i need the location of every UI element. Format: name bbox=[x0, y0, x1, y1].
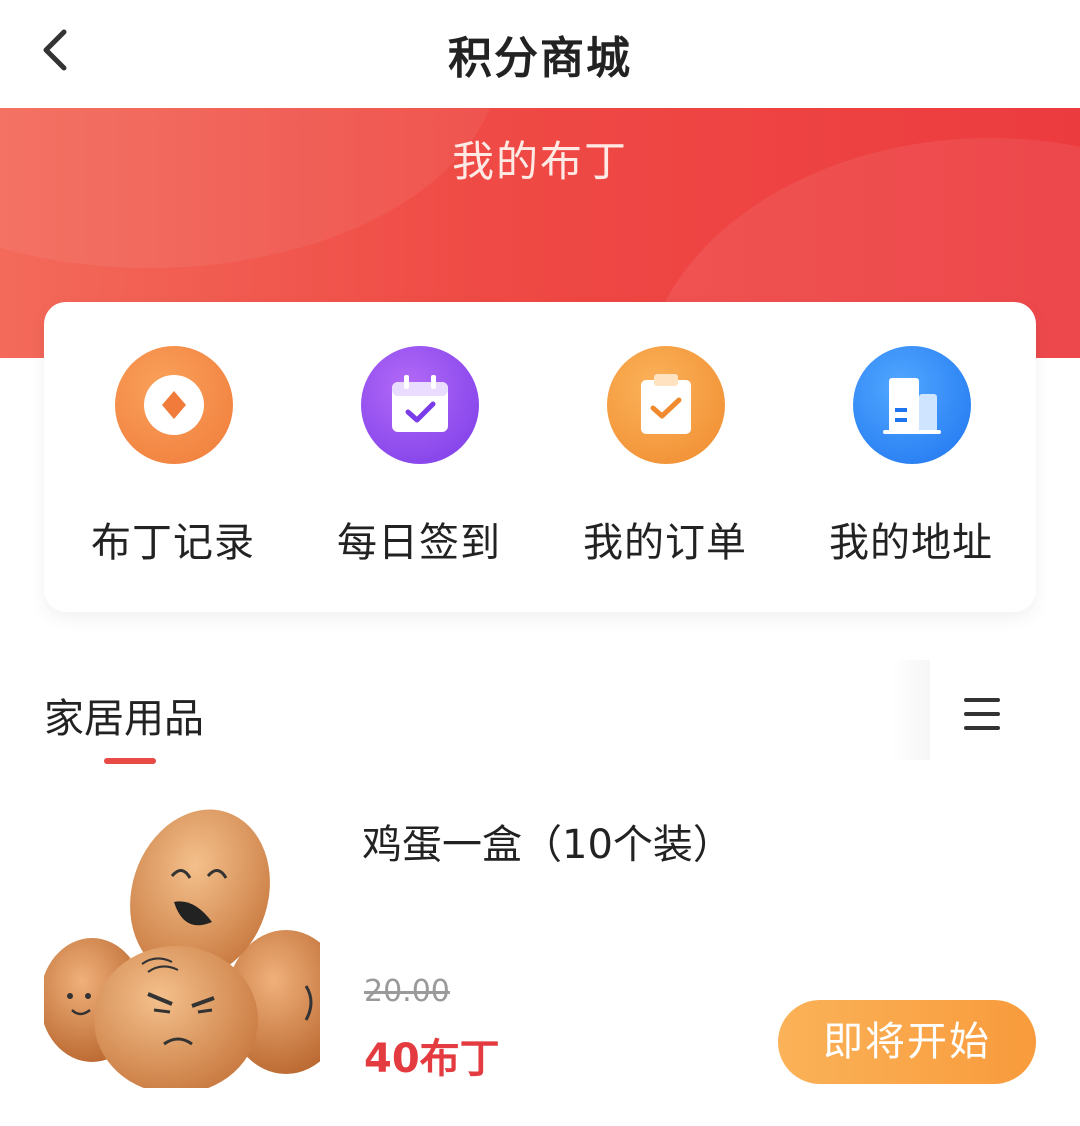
original-price: 20.00 bbox=[364, 974, 450, 1009]
action-label: 我的地址 bbox=[829, 520, 993, 566]
points-price: 40布丁 bbox=[364, 1036, 500, 1082]
action-my-address[interactable]: 我的地址 bbox=[788, 346, 1034, 576]
action-my-orders[interactable]: 我的订单 bbox=[542, 346, 788, 576]
clipboard-check-icon bbox=[607, 346, 725, 464]
coming-soon-button[interactable]: 即将开始 bbox=[778, 1000, 1036, 1084]
action-label: 我的订单 bbox=[583, 520, 747, 566]
action-daily-checkin[interactable]: 每日签到 bbox=[296, 346, 542, 576]
category-menu-button[interactable] bbox=[950, 686, 1010, 746]
points-mall-page: 积分商城 我的布丁 布丁记录 每日签到 我的订单 我的地址 家居用品 鸡蛋一盒（… bbox=[0, 0, 1080, 1126]
coin-icon bbox=[115, 346, 233, 464]
product-name[interactable]: 鸡蛋一盒（10个装） bbox=[362, 812, 733, 870]
menu-icon bbox=[964, 698, 1000, 730]
active-tab-indicator bbox=[104, 758, 156, 764]
page-title: 积分商城 bbox=[448, 33, 632, 84]
building-icon bbox=[853, 346, 971, 464]
calendar-check-icon bbox=[361, 346, 479, 464]
product-image[interactable] bbox=[44, 806, 320, 1088]
action-label: 每日签到 bbox=[337, 520, 501, 566]
action-points-record[interactable]: 布丁记录 bbox=[50, 346, 296, 576]
tab-scroll-shadow bbox=[890, 660, 930, 760]
quick-actions-card: 布丁记录 每日签到 我的订单 我的地址 bbox=[44, 302, 1036, 612]
my-points-title[interactable]: 我的布丁 bbox=[0, 128, 1080, 189]
action-label: 布丁记录 bbox=[91, 520, 255, 566]
top-nav-bar: 积分商城 bbox=[0, 0, 1080, 108]
category-tab-home-goods[interactable]: 家居用品 bbox=[44, 686, 204, 744]
